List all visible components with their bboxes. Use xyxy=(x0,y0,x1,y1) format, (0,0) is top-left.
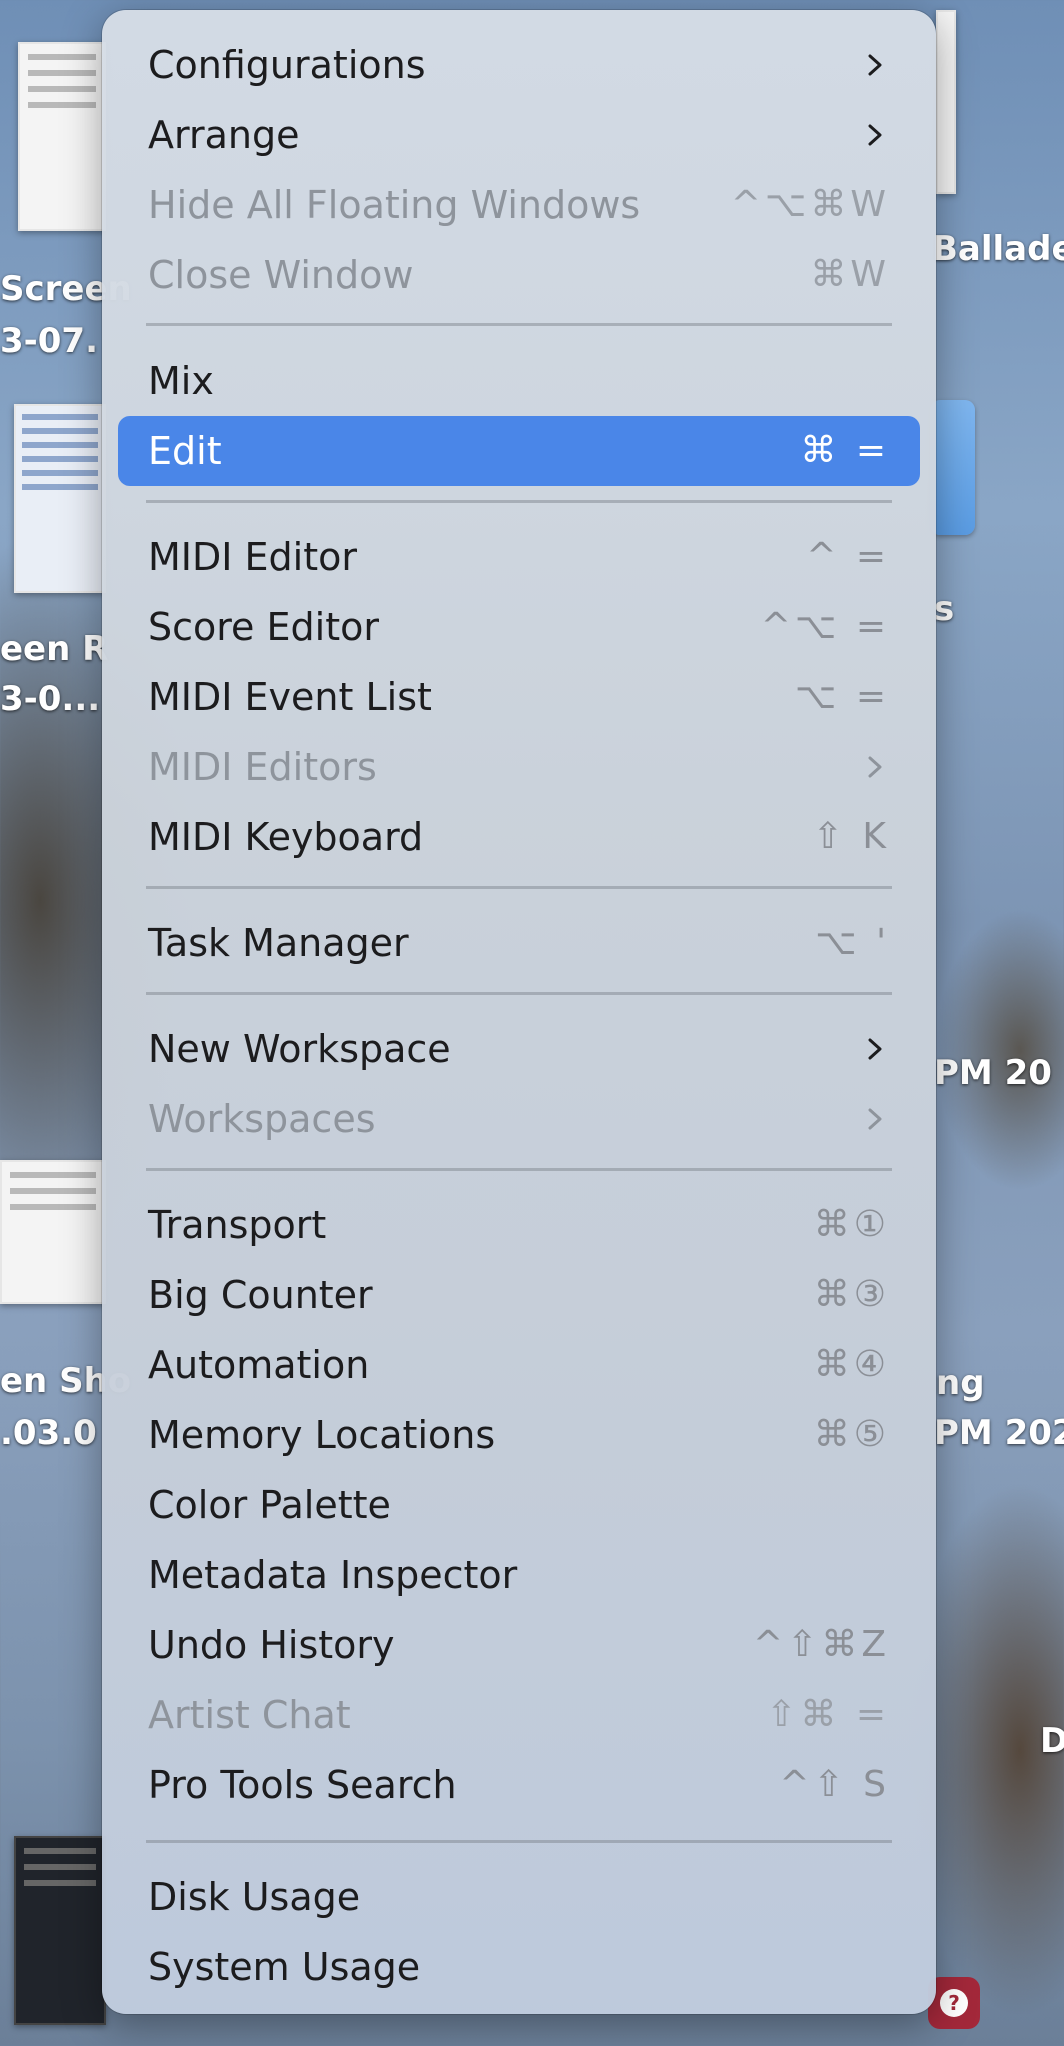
menu-item-disk-usage[interactable]: Disk Usage xyxy=(118,1862,920,1932)
menu-item-shortcut: ⌘③ xyxy=(813,1274,890,1315)
menu-item-midi-editors[interactable]: MIDI Editors xyxy=(118,732,920,802)
menu-item-label: Configurations xyxy=(148,43,426,87)
desktop-file-label: ng xyxy=(936,1363,985,1403)
menu-item-shortcut: ⌘④ xyxy=(813,1344,890,1385)
menu-item-midi-keyboard[interactable]: MIDI Keyboard ⇧ K xyxy=(118,802,920,872)
menu-item-shortcut: ⇧⌘ = xyxy=(766,1694,890,1735)
desktop-file-label: .03.0 xyxy=(0,1413,97,1453)
menu-item-transport[interactable]: Transport ⌘① xyxy=(118,1190,920,1260)
menu-item-shortcut: ⌘ = xyxy=(800,430,890,471)
menu-item-label: Close Window xyxy=(148,253,414,297)
menu-item-shortcut: ⌘W xyxy=(810,254,890,295)
menu-item-system-usage[interactable]: System Usage xyxy=(118,1932,920,2002)
menu-item-label: Arrange xyxy=(148,113,300,157)
menu-item-close-window[interactable]: Close Window ⌘W xyxy=(118,240,920,310)
window-menu: Configurations Arrange Hide All Floating… xyxy=(102,10,936,2014)
chevron-right-icon xyxy=(864,54,886,76)
menu-item-shortcut: ⌘① xyxy=(813,1204,890,1245)
menu-item-label: Automation xyxy=(148,1343,370,1387)
menu-item-memory-locations[interactable]: Memory Locations ⌘⑤ xyxy=(118,1400,920,1470)
menu-item-label: Transport xyxy=(148,1203,327,1247)
menu-item-label: Edit xyxy=(148,429,222,473)
menu-item-hide-all-floating-windows[interactable]: Hide All Floating Windows ^⌥⌘W xyxy=(118,170,920,240)
menu-item-mix[interactable]: Mix xyxy=(118,346,920,416)
menu-item-label: Workspaces xyxy=(148,1097,376,1141)
menu-item-shortcut: ^ = xyxy=(806,536,890,577)
chevron-right-icon xyxy=(864,1038,886,1060)
menu-item-automation[interactable]: Automation ⌘④ xyxy=(118,1330,920,1400)
menu-item-big-counter[interactable]: Big Counter ⌘③ xyxy=(118,1260,920,1330)
menu-item-shortcut: ^⌥⌘W xyxy=(730,184,890,225)
menu-item-label: Hide All Floating Windows xyxy=(148,183,641,227)
menu-item-label: Disk Usage xyxy=(148,1875,361,1919)
desktop-folder-icon[interactable] xyxy=(930,400,975,535)
menu-item-label: Memory Locations xyxy=(148,1413,496,1457)
menu-item-shortcut: ⌥ = xyxy=(794,676,890,717)
menu-item-metadata-inspector[interactable]: Metadata Inspector xyxy=(118,1540,920,1610)
menu-item-score-editor[interactable]: Score Editor ^⌥ = xyxy=(118,592,920,662)
desktop-file-label: PM 202 xyxy=(934,1413,1064,1453)
menu-item-label: Pro Tools Search xyxy=(148,1763,457,1807)
menu-item-label: Artist Chat xyxy=(148,1693,351,1737)
chevron-right-icon xyxy=(864,756,886,778)
menu-item-label: Mix xyxy=(148,359,214,403)
menu-item-new-workspace[interactable]: New Workspace xyxy=(118,1014,920,1084)
menu-separator xyxy=(146,1840,892,1843)
menu-item-arrange[interactable]: Arrange xyxy=(118,100,920,170)
menu-item-undo-history[interactable]: Undo History ^⇧⌘Z xyxy=(118,1610,920,1680)
menu-item-label: Big Counter xyxy=(148,1273,373,1317)
menu-item-midi-editor[interactable]: MIDI Editor ^ = xyxy=(118,522,920,592)
desktop-file-thumbnail[interactable] xyxy=(18,42,106,231)
desktop-file-label: s xyxy=(934,589,955,629)
menu-separator xyxy=(146,992,892,995)
desktop-file-label: 3-0... xyxy=(0,679,101,719)
desktop-file-label: PM 20 xyxy=(934,1053,1052,1093)
menu-item-shortcut: ⇧ K xyxy=(812,816,890,857)
menu-item-label: New Workspace xyxy=(148,1027,451,1071)
menu-separator xyxy=(146,500,892,503)
menu-item-label: MIDI Editor xyxy=(148,535,357,579)
chevron-right-icon xyxy=(864,1108,886,1130)
menu-item-label: Undo History xyxy=(148,1623,395,1667)
menu-item-workspaces[interactable]: Workspaces xyxy=(118,1084,920,1154)
menu-item-shortcut: ^⌥ = xyxy=(760,606,890,647)
menu-item-label: Metadata Inspector xyxy=(148,1553,518,1597)
menu-item-color-palette[interactable]: Color Palette xyxy=(118,1470,920,1540)
menu-item-label: Task Manager xyxy=(148,921,409,965)
desktop-file-label: Ballade xyxy=(932,229,1064,269)
desktop-file-thumbnail[interactable] xyxy=(14,1836,106,2025)
desktop-file-label: 3-07. xyxy=(0,321,98,361)
chevron-right-icon xyxy=(864,124,886,146)
menu-separator xyxy=(146,886,892,889)
menu-item-label: MIDI Editors xyxy=(148,745,377,789)
menu-item-label: System Usage xyxy=(148,1945,421,1989)
desktop-file-label: D xyxy=(1040,1721,1064,1761)
desktop-file-thumbnail[interactable] xyxy=(936,10,956,194)
menu-item-label: Color Palette xyxy=(148,1483,391,1527)
desktop-file-thumbnail[interactable] xyxy=(14,404,106,593)
desktop-file-label: een R xyxy=(0,629,109,669)
menu-item-midi-event-list[interactable]: MIDI Event List ⌥ = xyxy=(118,662,920,732)
menu-item-label: MIDI Keyboard xyxy=(148,815,424,859)
menu-item-label: Score Editor xyxy=(148,605,379,649)
menu-item-task-manager[interactable]: Task Manager ⌥ ' xyxy=(118,908,920,978)
menu-item-edit[interactable]: Edit ⌘ = xyxy=(118,416,920,486)
menu-separator xyxy=(146,323,892,326)
menu-item-shortcut: ^⇧ S xyxy=(779,1764,890,1805)
desktop-file-thumbnail[interactable] xyxy=(0,1160,106,1304)
menu-item-configurations[interactable]: Configurations xyxy=(118,30,920,100)
question-mark-icon: ? xyxy=(940,1989,968,2017)
menu-item-shortcut: ⌘⑤ xyxy=(813,1414,890,1455)
menu-item-shortcut: ⌥ ' xyxy=(815,922,890,963)
menu-item-label: MIDI Event List xyxy=(148,675,432,719)
menu-item-shortcut: ^⇧⌘Z xyxy=(753,1624,890,1665)
menu-item-pro-tools-search[interactable]: Pro Tools Search ^⇧ S xyxy=(118,1750,920,1820)
menu-item-artist-chat[interactable]: Artist Chat ⇧⌘ = xyxy=(118,1680,920,1750)
menu-separator xyxy=(146,1168,892,1171)
